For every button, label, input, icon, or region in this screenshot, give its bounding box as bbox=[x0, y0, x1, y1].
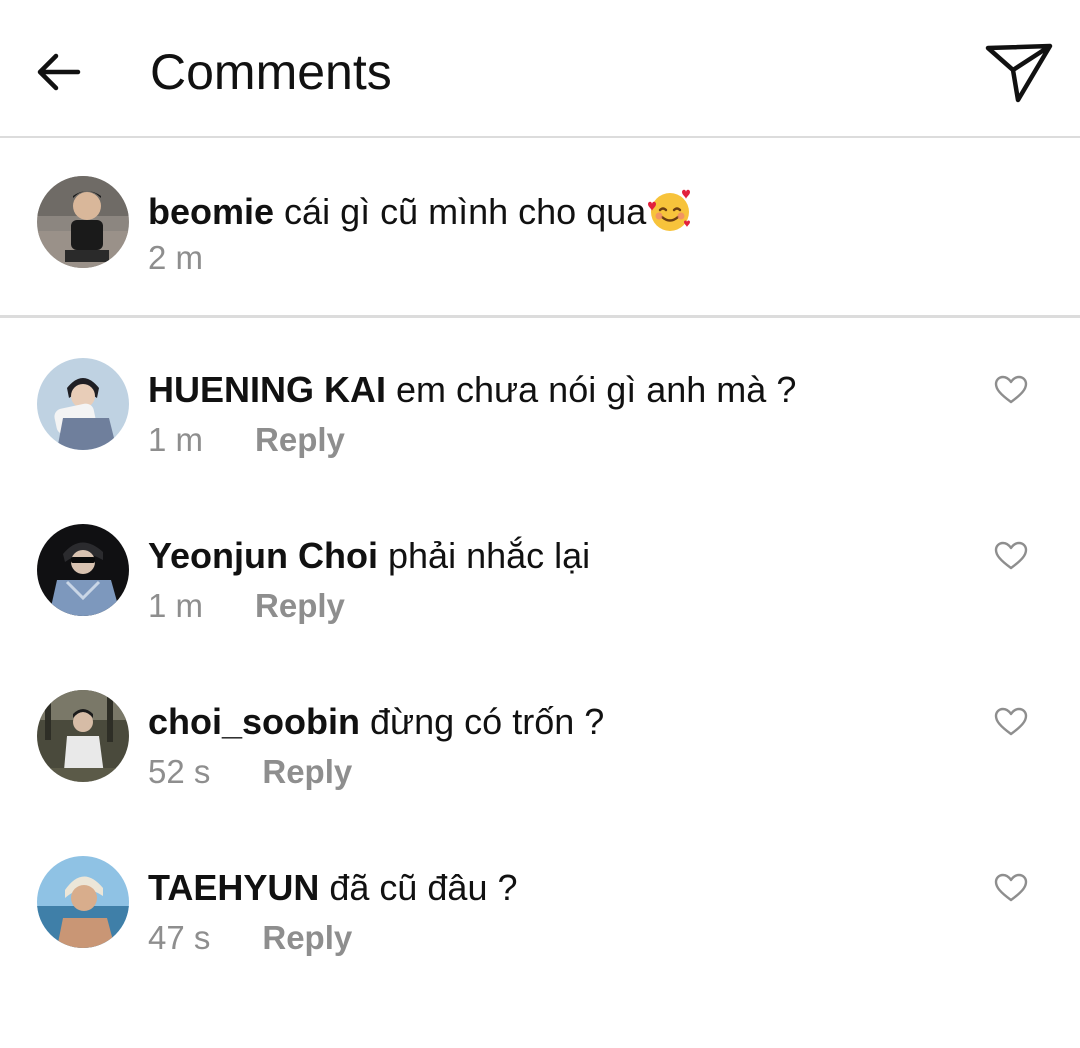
paper-plane-icon bbox=[985, 43, 1053, 103]
heart-icon[interactable] bbox=[994, 375, 1028, 405]
reply-button[interactable]: Reply bbox=[262, 919, 352, 956]
comment-time: 1 m bbox=[148, 421, 204, 458]
avatar-photo bbox=[37, 176, 129, 268]
comment-username[interactable]: choi_soobin bbox=[148, 701, 360, 742]
top-bar: Comments bbox=[0, 0, 1080, 138]
heart-icon[interactable] bbox=[994, 541, 1028, 571]
comment-time: 47 s bbox=[148, 919, 211, 956]
comment-meta: 52 s Reply bbox=[148, 752, 352, 792]
comment-username[interactable]: Yeonjun Choi bbox=[148, 535, 378, 576]
heart-icon[interactable] bbox=[994, 873, 1028, 903]
reply-button[interactable]: Reply bbox=[255, 421, 345, 458]
comment-body: em chưa nói gì anh mà ? bbox=[396, 369, 797, 410]
reply-button[interactable]: Reply bbox=[255, 587, 345, 624]
avatar-photo bbox=[37, 358, 129, 450]
avatar-photo bbox=[37, 524, 129, 616]
comment-text: HUENING KAI em chưa nói gì anh mà ? bbox=[148, 368, 796, 412]
comment-meta: 1 m Reply bbox=[148, 420, 345, 460]
caption-username[interactable]: beomie bbox=[148, 191, 274, 232]
comment-username[interactable]: TAEHYUN bbox=[148, 867, 319, 908]
avatar[interactable] bbox=[37, 358, 129, 450]
comment-text: choi_soobin đừng có trốn ? bbox=[148, 700, 604, 744]
heart-icon[interactable] bbox=[994, 707, 1028, 737]
caption-body: cái gì cũ mình cho qua bbox=[284, 191, 647, 232]
comment-meta: 1 m Reply bbox=[148, 586, 345, 626]
smiling-face-with-hearts-emoji bbox=[648, 189, 691, 231]
avatar-photo bbox=[37, 856, 129, 948]
arrow-left-icon bbox=[37, 53, 81, 91]
caption-text: beomie cái gì cũ mình cho qua bbox=[148, 186, 694, 234]
comment-text: TAEHYUN đã cũ đâu ? bbox=[148, 866, 518, 910]
avatar[interactable] bbox=[37, 524, 129, 616]
comment-time: 1 m bbox=[148, 587, 204, 624]
comment-time: 52 s bbox=[148, 753, 211, 790]
avatar[interactable] bbox=[37, 176, 129, 268]
avatar-photo bbox=[37, 690, 129, 782]
share-button[interactable] bbox=[982, 40, 1056, 106]
post-caption: beomie cái gì cũ mình cho qua 2 m bbox=[0, 140, 1080, 318]
caption-time: 2 m bbox=[148, 239, 204, 276]
caption-meta: 2 m bbox=[148, 238, 203, 278]
comment-username[interactable]: HUENING KAI bbox=[148, 369, 386, 410]
comment-text: Yeonjun Choi phải nhắc lại bbox=[148, 534, 590, 578]
comment-body: đã cũ đâu ? bbox=[329, 867, 518, 908]
back-button[interactable] bbox=[30, 44, 86, 100]
comment-body: phải nhắc lại bbox=[388, 535, 591, 576]
comment-body: đừng có trốn ? bbox=[370, 701, 605, 742]
avatar[interactable] bbox=[37, 690, 129, 782]
comment-meta: 47 s Reply bbox=[148, 918, 352, 958]
page-title: Comments bbox=[150, 44, 392, 100]
avatar[interactable] bbox=[37, 856, 129, 948]
reply-button[interactable]: Reply bbox=[262, 753, 352, 790]
